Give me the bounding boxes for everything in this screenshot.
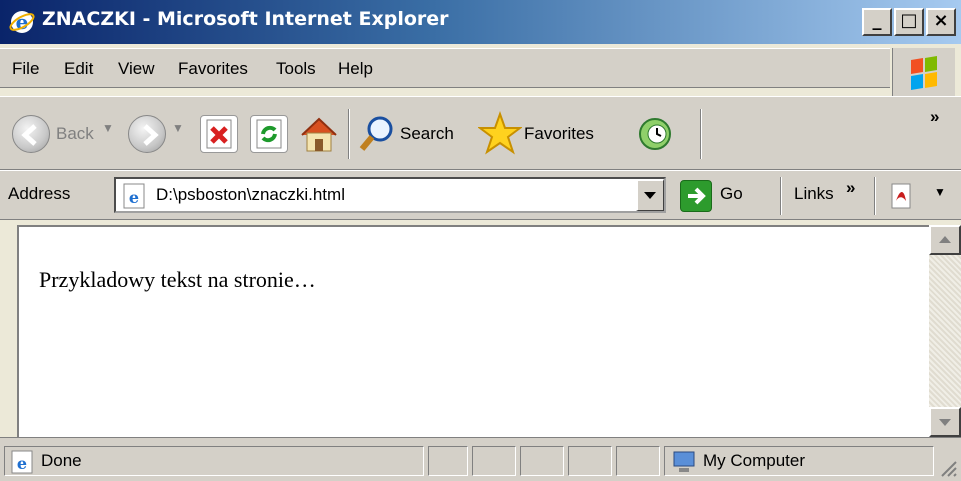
pdf-dropdown-icon[interactable]: ▼ [934, 185, 946, 199]
standard-toolbar: Back ▼ ▼ Search Favorites » [0, 96, 961, 170]
page-ie-icon: e [123, 183, 145, 209]
menu-bar: File Edit View Favorites Tools Help [0, 48, 890, 88]
favorites-star-icon[interactable] [477, 111, 523, 155]
title-bar[interactable]: e ZNACZKI - Microsoft Internet Explorer … [0, 0, 961, 44]
address-field[interactable]: e [114, 177, 666, 213]
page-done-icon: e [11, 450, 33, 474]
search-icon[interactable] [358, 113, 398, 153]
svg-text:e: e [16, 10, 29, 34]
menu-edit[interactable]: Edit [64, 59, 93, 79]
chevron-up-icon [939, 236, 951, 243]
address-bar: Address e Go Links » ▼ [0, 170, 961, 220]
status-zone-pane: My Computer [664, 446, 934, 476]
resize-grip-icon[interactable] [938, 458, 958, 478]
status-main-pane: e Done [4, 446, 424, 476]
close-button[interactable]: × [926, 8, 956, 36]
history-icon[interactable] [636, 115, 674, 153]
ie-window: e ZNACZKI - Microsoft Internet Explorer … [0, 0, 961, 481]
status-bar: e Done My Computer [0, 437, 961, 481]
address-separator-2 [874, 177, 876, 215]
computer-zone-icon [673, 451, 695, 472]
maximize-button[interactable]: □ [894, 8, 924, 36]
menu-favorites[interactable]: Favorites [178, 59, 248, 79]
minimize-button[interactable]: _ [862, 8, 892, 36]
toolbar-overflow-chevron-icon[interactable]: » [930, 107, 939, 127]
status-text: Done [41, 451, 82, 470]
page-body-text: Przykladowy tekst na stronie… [39, 267, 316, 292]
toolbar-separator [348, 109, 350, 159]
menu-file[interactable]: File [12, 59, 39, 79]
back-button-label[interactable]: Back [56, 124, 94, 144]
back-dropdown-icon[interactable]: ▼ [102, 121, 114, 135]
page-viewport[interactable]: Przykladowy tekst na stronie… [17, 225, 929, 437]
toolbar-separator-2 [700, 109, 702, 159]
address-dropdown-button[interactable] [636, 179, 664, 211]
favorites-button-label[interactable]: Favorites [524, 124, 594, 144]
menu-tools[interactable]: Tools [276, 59, 316, 79]
windows-flag-icon [911, 56, 937, 90]
scroll-up-button[interactable] [929, 225, 961, 255]
go-button-label[interactable]: Go [720, 184, 743, 204]
forward-arrow-icon[interactable] [128, 115, 166, 153]
scroll-down-button[interactable] [929, 407, 961, 437]
address-label: Address [8, 184, 71, 203]
security-zone-text: My Computer [703, 451, 806, 470]
status-pane-4 [568, 446, 612, 476]
status-pane-3 [520, 446, 564, 476]
svg-text:e: e [17, 454, 27, 473]
menu-help[interactable]: Help [338, 59, 373, 79]
home-icon[interactable] [298, 113, 340, 155]
go-arrow-icon[interactable] [680, 180, 712, 212]
chevron-down-icon [939, 419, 951, 426]
window-title: ZNACZKI - Microsoft Internet Explorer [42, 8, 449, 30]
svg-text:e: e [129, 188, 139, 207]
chevron-down-icon [644, 192, 656, 199]
ie-logo-icon: e [9, 10, 35, 34]
status-pane-2 [472, 446, 516, 476]
forward-dropdown-icon[interactable]: ▼ [172, 121, 184, 135]
search-button-label[interactable]: Search [400, 124, 454, 144]
address-input[interactable] [156, 185, 616, 205]
status-pane-1 [428, 446, 468, 476]
windows-logo [892, 48, 955, 100]
refresh-icon[interactable] [250, 115, 288, 153]
links-overflow-chevron-icon[interactable]: » [846, 178, 855, 198]
status-pane-5 [616, 446, 660, 476]
menu-view[interactable]: View [118, 59, 155, 79]
links-label[interactable]: Links [794, 184, 834, 204]
pdf-icon[interactable] [886, 181, 916, 211]
address-separator [780, 177, 782, 215]
back-arrow-icon[interactable] [12, 115, 50, 153]
vertical-scrollbar[interactable] [929, 225, 961, 437]
stop-icon[interactable] [200, 115, 238, 153]
